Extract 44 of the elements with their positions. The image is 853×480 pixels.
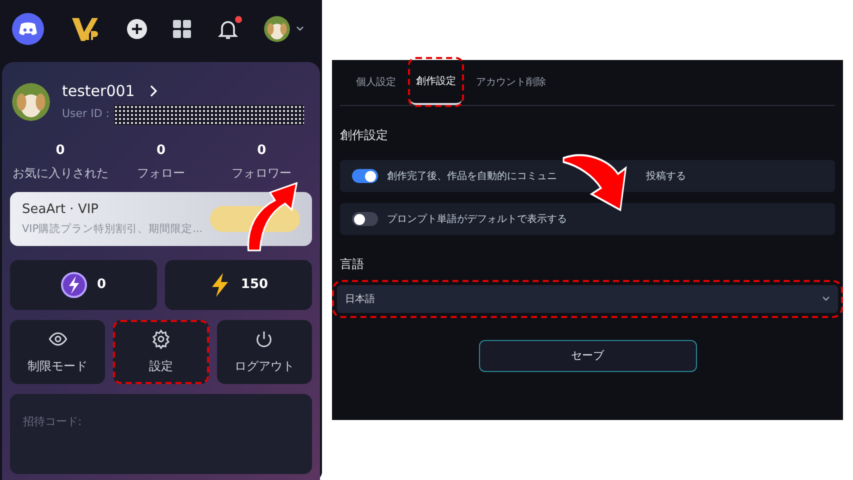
toggle-switch[interactable] [352,212,378,226]
points-card[interactable]: 0 [10,260,157,310]
stat-label[interactable]: フォロー [136,164,185,182]
stat-label[interactable]: お気に入りされた [12,164,108,182]
language-select[interactable]: 日本語 [337,285,838,313]
grid-icon[interactable] [173,20,192,38]
toggle-label: 投稿する [646,170,686,184]
vip-description: VIP購読プラン特別割引、期間限定... [22,222,203,237]
vip-banner[interactable]: SeaArt · VIP VIP購読プラン特別割引、期間限定... [10,192,312,246]
tab[interactable]: 創作設定 [410,59,462,105]
add-icon[interactable] [126,19,147,39]
language-label: 言語 [340,256,365,273]
avatar [264,16,290,42]
toggle-switch[interactable] [352,169,378,183]
stat-count: 0 [257,142,266,160]
vip-icon[interactable] [70,15,100,43]
section-title: 創作設定 [340,127,389,144]
username[interactable]: tester001 [62,80,135,102]
chevron-down-icon[interactable] [296,26,304,32]
points-card[interactable]: 150 [165,260,312,310]
menu-tile[interactable]: 設定 [113,320,209,384]
bell-icon[interactable] [218,18,238,40]
tab[interactable]: アカウント削除 [470,59,552,105]
lightning-orb-icon [60,272,87,298]
points-value: 0 [96,276,106,294]
power-icon [254,329,274,349]
vip-title: SeaArt · VIP [22,201,100,220]
stat-label[interactable]: フォロワー [232,164,292,182]
stat-count: 0 [156,142,166,160]
chevron-down-icon [822,296,830,302]
stat-count: 0 [56,142,65,160]
points-value: 150 [240,276,268,294]
gear-icon [150,329,171,349]
invite-code-label: 招待コード: [23,415,82,428]
avatar [12,83,50,122]
chevron-right-icon[interactable] [148,85,157,98]
chat-app-icon[interactable] [12,13,44,45]
tab[interactable]: 個人設定 [350,59,402,105]
menu-tile[interactable]: ログアウト [216,320,312,384]
toggle-label: プロンプト単語がデフォルトで表示する [387,212,567,226]
save-button[interactable]: セーブ [478,340,696,372]
toggle-label: 創作完了後、作品を自動的にコミュニ [387,170,557,184]
user-id-label: User ID : [62,106,110,122]
menu-tile[interactable]: 制限モード [10,320,106,384]
